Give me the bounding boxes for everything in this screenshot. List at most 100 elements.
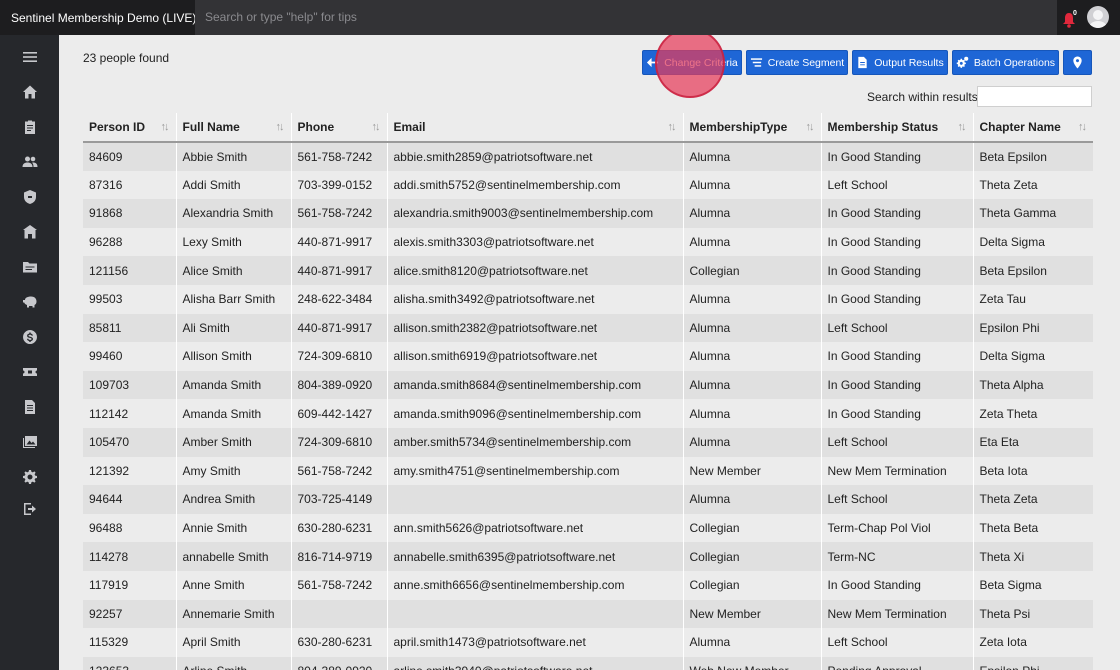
table-row[interactable]: 84609 Abbie Smith 561-758-7242 abbie.smith2… [83,142,1093,171]
table-row[interactable]: 121156 Alice Smith 440-871-9917 alice.smith… [83,256,1093,285]
dollar-icon[interactable] [21,328,39,346]
email-cell: annabelle.smith6395@patriotsoftware.net [386,542,683,571]
batch-operations-button[interactable]: Batch Operations [952,50,1059,75]
phone-cell: 703-725-4149 [290,485,387,514]
column-header-phone[interactable]: Phone ↑↓ [290,113,387,143]
membership-type-cell: New Member [682,599,821,629]
full-name-cell: Annie Smith [175,513,291,543]
membership-type-cell: Alumna [682,199,821,228]
table-row[interactable]: 121392 Amy Smith 561-758-7242 amy.smith4751… [83,456,1093,486]
chapter-house-icon[interactable] [21,223,39,241]
column-header-membership-status[interactable]: Membership Status ↑↓ [820,113,973,143]
chapter-name-cell: Beta Epsilon [972,142,1093,171]
full-name-cell: Andrea Smith [175,485,291,514]
change-criteria-label: Change Criteria [664,56,738,69]
change-criteria-button[interactable]: Change Criteria [642,50,742,75]
results-panel: 23 people found Change Criteria Create S… [59,35,1120,670]
search-within-label: Search within results: [867,90,982,104]
map-pin-icon [1073,56,1082,69]
sort-icon[interactable]: ↑↓ [161,121,170,133]
output-results-button[interactable]: Output Results [852,50,948,75]
table-row[interactable]: 105470 Amber Smith 724-309-6810 amber.smith… [83,427,1093,457]
folder-icon[interactable] [21,258,39,276]
search-within-input[interactable] [977,86,1092,107]
chapter-name-cell: Theta Xi [972,542,1093,571]
sort-icon[interactable]: ↑↓ [806,121,815,133]
notification-count: 0 [1073,10,1077,17]
user-avatar[interactable] [1087,6,1109,28]
membership-status-cell: In Good Standing [820,199,973,228]
phone-cell [290,599,387,629]
global-search-input[interactable]: Search or type "help" for tips [195,0,1057,35]
create-segment-button[interactable]: Create Segment [746,50,848,75]
person-id-cell: 115329 [83,628,176,657]
table-row[interactable]: 114278 annabelle Smith 816-714-9719 annabel… [83,542,1093,571]
table-row[interactable]: 112142 Amanda Smith 609-442-1427 amanda.smi… [83,399,1093,428]
membership-status-cell: Left School [820,313,973,343]
table-row[interactable]: 99503 Alisha Barr Smith 248-622-3484 alisha… [83,284,1093,314]
table-row[interactable]: 109703 Amanda Smith 804-389-0920 amanda.smi… [83,370,1093,400]
column-header-membership-type[interactable]: MembershipType ↑↓ [682,113,821,143]
table-row[interactable]: 91868 Alexandria Smith 561-758-7242 alexand… [83,199,1093,228]
chapter-name-cell: Zeta Theta [972,399,1093,428]
person-id-cell: 117919 [83,570,176,600]
table-row[interactable]: 94644 Andrea Smith 703-725-4149 Alumna Left … [83,485,1093,514]
sort-icon[interactable]: ↑↓ [276,121,285,133]
phone-cell: 561-758-7242 [290,456,387,486]
logout-icon[interactable] [21,500,39,518]
create-segment-label: Create Segment [767,56,845,69]
clipboard-icon[interactable] [21,118,39,136]
file-icon [858,56,867,69]
photos-icon[interactable] [21,433,39,451]
email-cell [386,485,683,514]
sort-icon[interactable]: ↑↓ [958,121,967,133]
column-header-full-name[interactable]: Full Name ↑↓ [175,113,291,143]
phone-cell: 561-758-7242 [290,199,387,228]
email-cell: abbie.smith2859@patriotsoftware.net [386,142,683,171]
sort-icon[interactable]: ↑↓ [668,121,677,133]
membership-type-cell: Alumna [682,370,821,400]
full-name-cell: Amanda Smith [175,399,291,428]
table-row[interactable]: 87316 Addi Smith 703-399-0152 addi.smith575… [83,170,1093,200]
column-header-person-id[interactable]: Person ID ↑↓ [83,113,176,143]
table-row[interactable]: 99460 Allison Smith 724-309-6810 allison.sm… [83,342,1093,371]
map-button[interactable] [1063,50,1092,75]
membership-type-cell: Collegian [682,256,821,285]
gear-icon[interactable] [21,468,39,486]
membership-status-cell: In Good Standing [820,570,973,600]
membership-status-cell: Left School [820,170,973,200]
full-name-cell: Addi Smith [175,170,291,200]
membership-type-cell: New Member [682,456,821,486]
table-row[interactable]: 115329 April Smith 630-280-6231 april.smith… [83,628,1093,657]
shield-icon[interactable] [21,188,39,206]
person-id-cell: 105470 [83,427,176,457]
table-row[interactable]: 85811 Ali Smith 440-871-9917 allison.smith2… [83,313,1093,343]
document-icon[interactable] [21,398,39,416]
table-row[interactable]: 92257 Annemarie Smith New Member New Mem Te… [83,599,1093,629]
chapter-name-cell: Zeta Iota [972,628,1093,657]
membership-status-cell: In Good Standing [820,399,973,428]
gears-icon [956,56,969,68]
membership-type-cell: Alumna [682,313,821,343]
ticket-icon[interactable] [21,363,39,381]
phone-cell: 630-280-6231 [290,628,387,657]
home-icon[interactable] [21,83,39,101]
full-name-cell: Amy Smith [175,456,291,486]
table-row[interactable]: 96288 Lexy Smith 440-871-9917 alexis.smith3… [83,227,1093,257]
column-header-email[interactable]: Email ↑↓ [386,113,683,143]
menu-icon[interactable] [21,48,39,66]
people-icon[interactable] [21,153,39,171]
chapter-name-cell: Delta Sigma [972,227,1093,257]
app-title[interactable]: Sentinel Membership Demo (LIVE) [0,11,196,25]
table-row[interactable]: 117919 Anne Smith 561-758-7242 anne.smith66… [83,570,1093,600]
person-id-cell: 94644 [83,485,176,514]
table-row[interactable]: 96488 Annie Smith 630-280-6231 ann.smith562… [83,513,1093,543]
chapter-name-cell: Beta Iota [972,456,1093,486]
sort-icon[interactable]: ↑↓ [372,121,381,133]
table-row[interactable]: 123653Arline Smith804-389-0920arline.smi… [83,656,1093,670]
column-header-chapter-name[interactable]: Chapter Name ↑↓ [972,113,1093,143]
piggy-bank-icon[interactable] [21,293,39,311]
person-id-cell: 84609 [83,142,176,171]
email-cell: ann.smith5626@patriotsoftware.net [386,513,683,543]
sort-icon[interactable]: ↑↓ [1078,121,1087,133]
